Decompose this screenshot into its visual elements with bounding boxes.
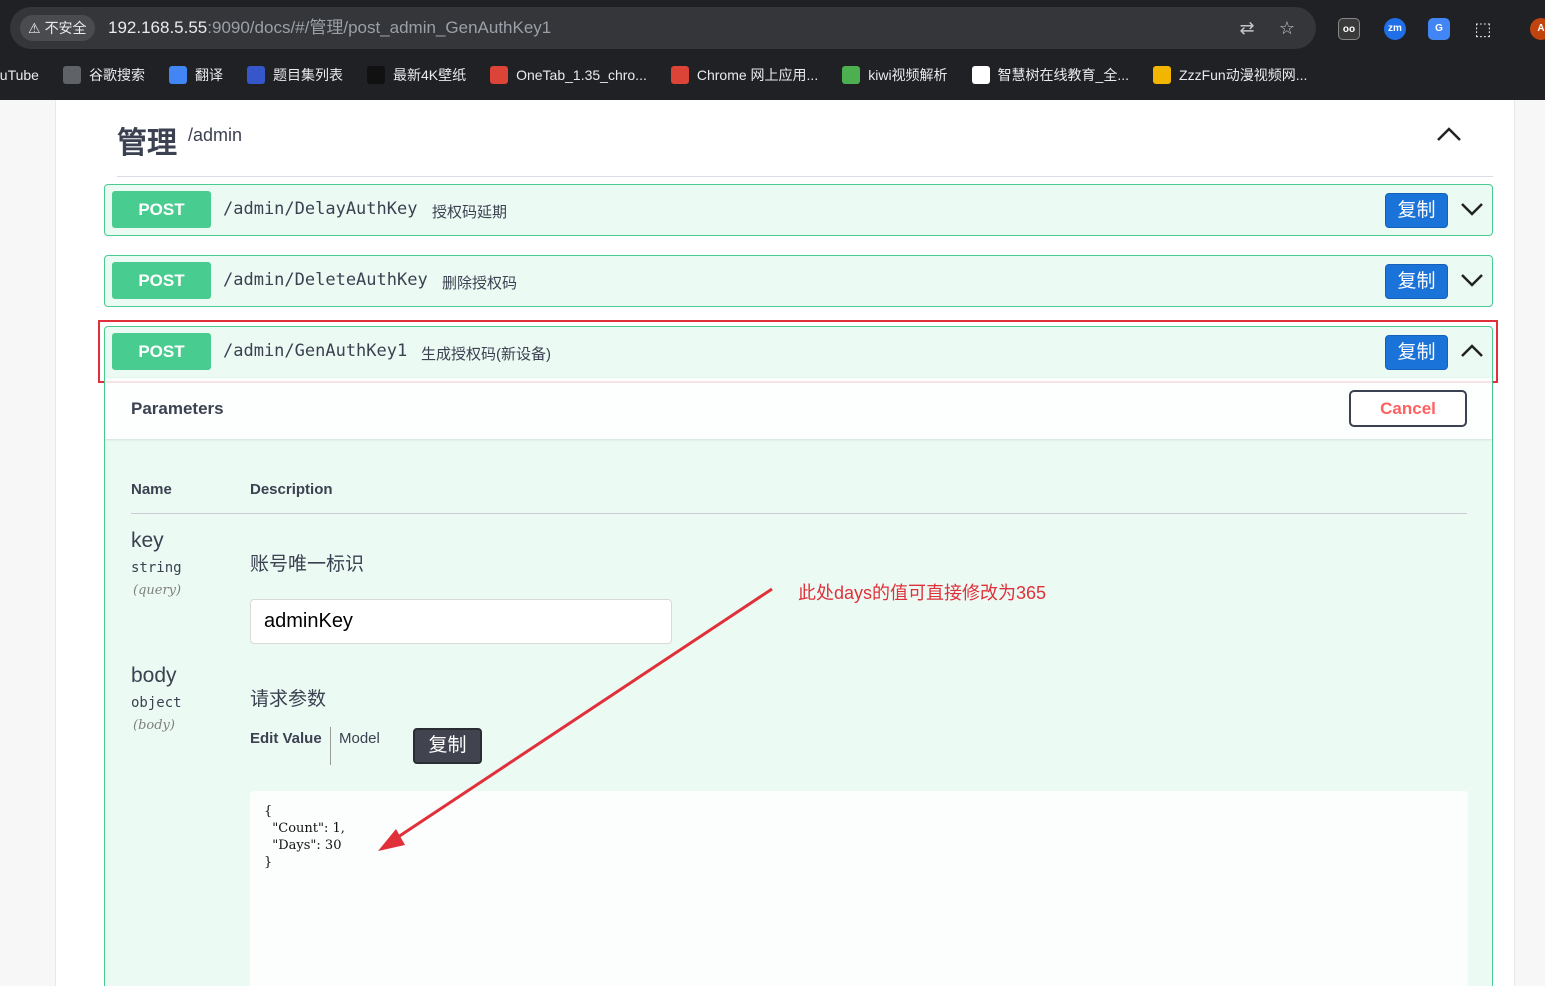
bookmark-item[interactable]: Chrome 网上应用... [670, 65, 819, 85]
opblock-summary[interactable]: POST /admin/DeleteAuthKey 删除授权码 复制 [105, 256, 1492, 307]
method-badge: POST [112, 191, 211, 228]
bookmark-item[interactable]: 翻译 [168, 65, 223, 85]
bookmark-label: OneTab_1.35_chro... [516, 67, 647, 83]
tag-title: 管理 [117, 127, 177, 160]
insecure-label: 不安全 [44, 20, 87, 36]
param-name-key: key [131, 529, 164, 552]
bookmark-label: Chrome 网上应用... [696, 67, 819, 83]
tag-path: /admin [188, 125, 243, 145]
bookmark-item[interactable]: 谷歌搜索 [62, 65, 145, 85]
parameters-header: Parameters Cancel [105, 377, 1492, 439]
method-badge: POST [112, 262, 211, 299]
col-description-header: Description [250, 481, 333, 498]
webstore-icon [670, 66, 689, 84]
bookmark-item[interactable]: 智慧树在线教育_全... [971, 65, 1130, 85]
bookmark-item[interactable]: kiwi视频解析 [842, 65, 948, 85]
google-translate-extension-icon[interactable]: G [1428, 18, 1450, 40]
tab-model[interactable]: Model [339, 730, 380, 747]
4k-icon [366, 66, 385, 84]
param-in-key: (query) [133, 583, 182, 598]
profile-avatar[interactable]: A [1530, 18, 1545, 40]
bookmark-label: ZzzFun动漫视频网... [1179, 67, 1308, 83]
translate-icon [168, 66, 187, 84]
kiwi-icon [842, 66, 861, 84]
param-desc-key: 账号唯一标识 [250, 554, 365, 575]
browser-chrome: ⚠ 不安全 192.168.5.55:9090/docs/#/管理/post_a… [0, 0, 1545, 100]
insecure-badge[interactable]: ⚠ 不安全 [20, 15, 95, 41]
url-text[interactable]: 192.168.5.55:9090/docs/#/管理/post_admin_G… [108, 7, 551, 49]
key-input[interactable] [250, 599, 672, 644]
highlight-box [98, 320, 1498, 383]
bookmark-label: ouTube [0, 67, 39, 83]
copy-button[interactable]: 复制 [1385, 193, 1448, 228]
bookmark-item[interactable]: ZzzFun动漫视频网... [1153, 65, 1307, 85]
chevron-down-icon[interactable] [1460, 270, 1484, 290]
param-type-key: string [131, 560, 182, 576]
bookmark-label: 谷歌搜索 [88, 67, 145, 83]
table-header-divider [131, 513, 1467, 514]
body-editor[interactable]: { "Count": 1, "Days": 30 } [250, 791, 1468, 986]
bookmark-item[interactable]: ouTube [0, 67, 39, 83]
bookmark-label: 翻译 [194, 67, 223, 83]
translate-page-icon[interactable]: ⇄ [1236, 17, 1258, 39]
operation-summary: 授权码延期 [432, 204, 508, 221]
opblock-delay-auth-key: POST /admin/DelayAuthKey 授权码延期 复制 [104, 184, 1493, 236]
globe-icon [62, 66, 81, 84]
zm-extension-icon[interactable]: zm [1384, 18, 1406, 40]
zhihuishu-icon [971, 66, 990, 84]
annotation-text: 此处days的值可直接修改为365 [798, 583, 1047, 603]
opblock-body: Parameters Cancel Name Description key s… [104, 377, 1493, 986]
opblock-summary[interactable]: POST /admin/DelayAuthKey 授权码延期 复制 [105, 185, 1492, 236]
param-type-body: object [131, 695, 182, 711]
warning-icon: ⚠ [28, 20, 41, 36]
list-icon [246, 66, 265, 84]
bookmark-star-icon[interactable]: ☆ [1276, 17, 1298, 39]
chrome-icon [490, 66, 509, 84]
param-desc-body: 请求参数 [250, 689, 327, 710]
operation-path: /admin/DelayAuthKey [223, 199, 418, 219]
bookmarks-bar: ouTube 谷歌搜索 翻译 题目集列表 最新4K壁纸 OneTab_1.35_chro.… [0, 58, 1545, 92]
bookmark-label: kiwi视频解析 [868, 67, 948, 83]
url-rest: :9090/docs/#/管理/post_admin_GenAuthKey1 [207, 18, 552, 37]
bookmark-label: 题目集列表 [272, 67, 343, 83]
body-json: { "Count": 1, "Days": 30 } [264, 804, 345, 870]
opblock-delete-auth-key: POST /admin/DeleteAuthKey 删除授权码 复制 [104, 255, 1493, 307]
chevron-down-icon[interactable] [1460, 199, 1484, 219]
extension-icon[interactable]: oo [1338, 18, 1360, 40]
col-name-header: Name [131, 481, 172, 498]
bookmark-item[interactable]: 题目集列表 [246, 65, 343, 85]
param-in-body: (body) [133, 718, 175, 733]
chevron-up-icon[interactable] [1435, 124, 1463, 144]
rss-icon [1153, 66, 1172, 84]
parameters-title: Parameters [131, 399, 224, 418]
bookmark-label: 最新4K壁纸 [392, 67, 467, 83]
operation-path: /admin/DeleteAuthKey [223, 270, 428, 290]
address-bar[interactable]: ⚠ 不安全 192.168.5.55:9090/docs/#/管理/post_a… [10, 7, 1316, 49]
tab-edit-value[interactable]: Edit Value [250, 730, 322, 747]
bookmark-item[interactable]: OneTab_1.35_chro... [490, 66, 647, 84]
param-name-body: body [131, 664, 177, 687]
tag-section-header[interactable]: 管理 /admin [117, 112, 1493, 177]
bookmark-label: 智慧树在线教育_全... [997, 67, 1130, 83]
tab-divider [330, 727, 331, 765]
url-host: 192.168.5.55 [108, 18, 208, 37]
copy-body-button[interactable]: 复制 [413, 728, 482, 764]
operation-summary: 删除授权码 [442, 275, 518, 292]
bookmark-item[interactable]: 最新4K壁纸 [366, 65, 467, 85]
cancel-button[interactable]: Cancel [1349, 390, 1467, 427]
copy-button[interactable]: 复制 [1385, 264, 1448, 299]
extensions-puzzle-icon[interactable]: ⬚ [1472, 18, 1494, 40]
